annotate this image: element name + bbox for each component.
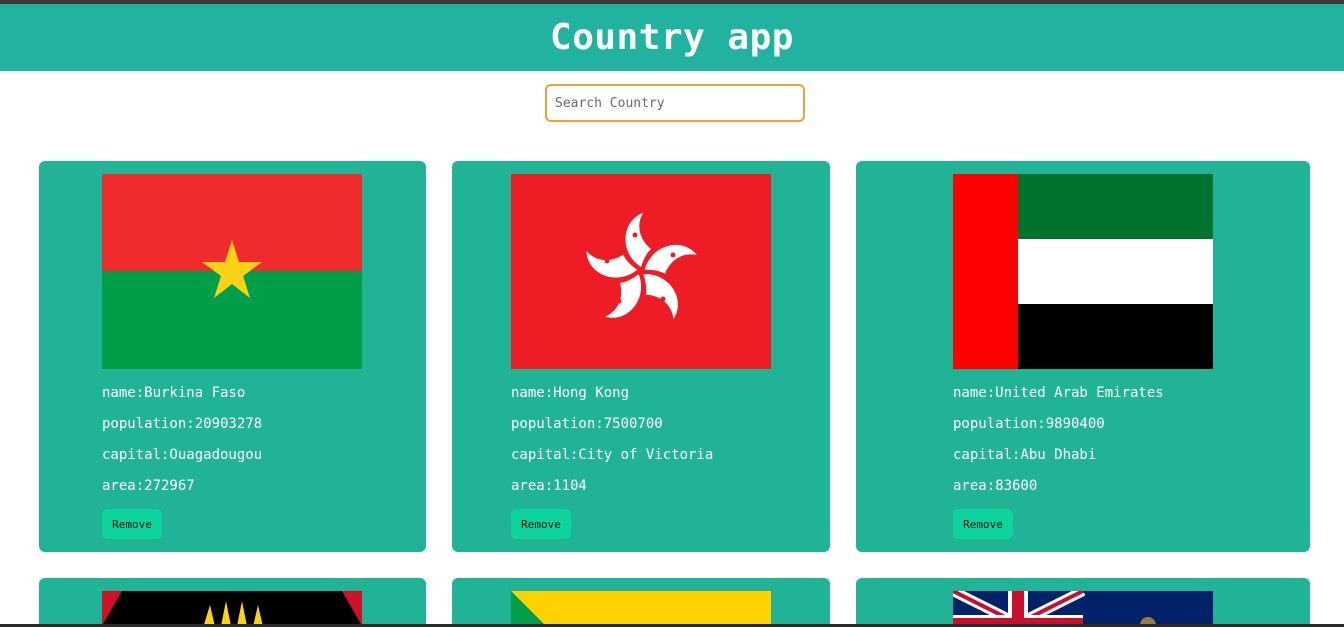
- burkina-faso-flag: [102, 174, 362, 369]
- blue-ensign-flag: [953, 591, 1213, 627]
- country-capital: capital:Ouagadougou: [102, 447, 263, 463]
- country-name: name:Hong Kong: [511, 385, 630, 401]
- remove-button[interactable]: Remove: [102, 509, 162, 539]
- remove-button[interactable]: Remove: [511, 509, 571, 539]
- country-card: [452, 578, 830, 627]
- country-card: [39, 578, 426, 627]
- country-population: population:20903278: [102, 416, 263, 432]
- country-capital: capital:Abu Dhabi: [953, 447, 1097, 463]
- country-card: name:United Arab Emirates population:989…: [856, 161, 1310, 552]
- uae-flag: [953, 174, 1213, 369]
- country-area: area:1104: [511, 478, 587, 494]
- country-name: name:Burkina Faso: [102, 385, 246, 401]
- country-area: area:272967: [102, 478, 195, 494]
- country-name: name:United Arab Emirates: [953, 385, 1164, 401]
- search-input[interactable]: [545, 84, 805, 122]
- hong-kong-flag: [511, 174, 771, 369]
- country-card: name:Hong Kong population:7500700 capita…: [452, 161, 830, 552]
- country-population: population:9890400: [953, 416, 1105, 432]
- country-card: name:Burkina Faso population:20903278 ca…: [39, 161, 426, 552]
- page-title: Country app: [550, 17, 794, 58]
- antigua-and-barbuda-flag: [102, 591, 362, 627]
- guyana-flag: [511, 591, 771, 627]
- country-area: area:83600: [953, 478, 1038, 494]
- app-header: Country app: [0, 4, 1344, 71]
- remove-button[interactable]: Remove: [953, 509, 1013, 539]
- country-population: population:7500700: [511, 416, 663, 432]
- country-card: [856, 578, 1310, 627]
- country-capital: capital:City of Victoria: [511, 447, 714, 463]
